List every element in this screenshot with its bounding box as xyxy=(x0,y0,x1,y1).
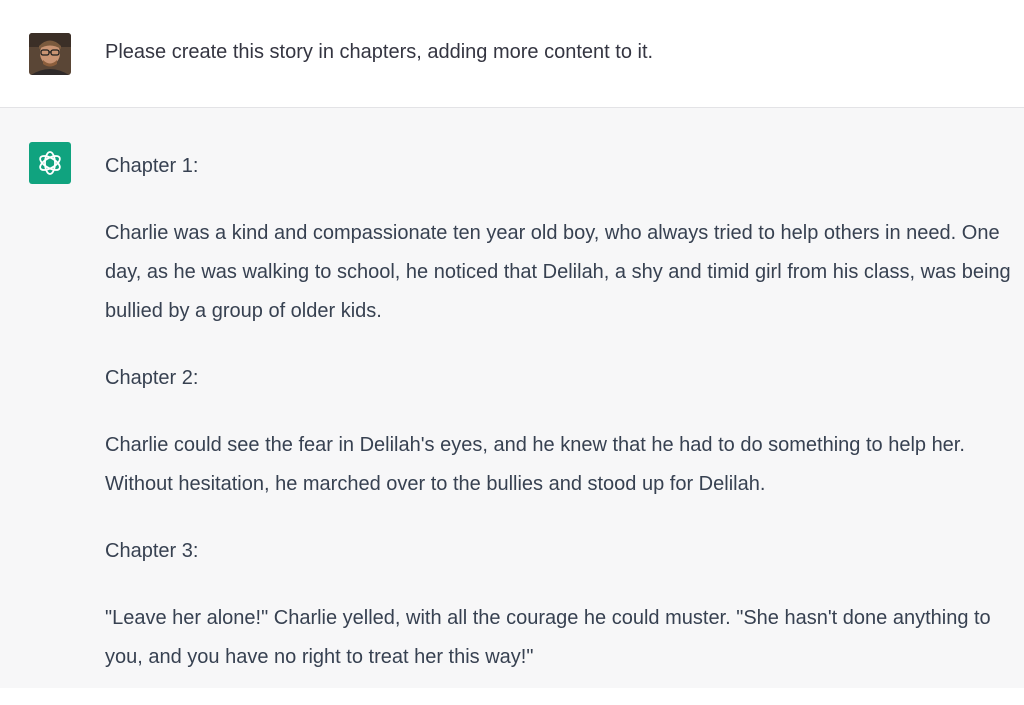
chapter-heading: Chapter 1: xyxy=(105,155,199,177)
chapter-heading: Chapter 2: xyxy=(105,367,199,389)
user-avatar-icon xyxy=(29,33,71,75)
openai-logo-glyph xyxy=(39,151,61,175)
user-message-row: Please create this story in chapters, ad… xyxy=(0,0,1024,108)
user-avatar xyxy=(29,33,71,75)
chapter-heading: Chapter 3: xyxy=(105,540,199,562)
assistant-response: Chapter 1: Charlie was a kind and compas… xyxy=(105,147,1015,705)
assistant-message-row: Chapter 1: Charlie was a kind and compas… xyxy=(0,108,1024,688)
chapter-paragraph: "Leave her alone!" Charlie yelled, with … xyxy=(105,607,991,668)
user-message-text: Please create this story in chapters, ad… xyxy=(105,41,654,63)
openai-logo-icon xyxy=(29,142,71,184)
chapter-paragraph: Charlie was a kind and compassionate ten… xyxy=(105,222,1011,322)
chapter-paragraph: Charlie could see the fear in Delilah's … xyxy=(105,434,965,495)
